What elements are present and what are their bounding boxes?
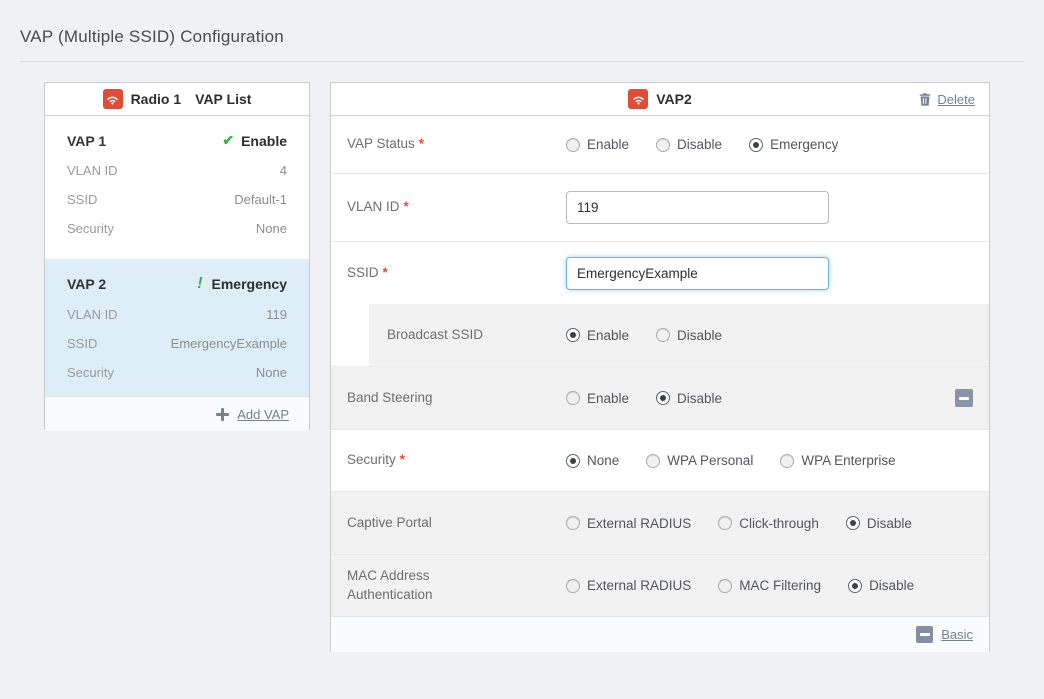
mac-option-disable[interactable]: Disable: [848, 578, 914, 593]
radio-icon-selected[interactable]: [846, 516, 860, 530]
vap-status-option-enable[interactable]: Enable: [566, 137, 629, 152]
page-title: VAP (Multiple SSID) Configuration: [20, 27, 284, 47]
delete-label[interactable]: Delete: [937, 92, 975, 107]
captive-option-disable[interactable]: Disable: [846, 516, 912, 531]
form-row-security: Security * None WPA Personal WPA Enterpri…: [331, 429, 989, 491]
radio-icon[interactable]: [780, 454, 794, 468]
required-asterisk: *: [419, 136, 424, 151]
broadcast-ssid-label: Broadcast SSID: [387, 327, 483, 342]
ssid-input[interactable]: [566, 257, 829, 290]
add-vap-label[interactable]: Add VAP: [237, 407, 289, 422]
exclamation-icon: [197, 275, 204, 293]
broadcast-option-enable[interactable]: Enable: [566, 328, 629, 343]
vlan-id-input[interactable]: [566, 191, 829, 224]
vap-field-security: Security None: [67, 365, 287, 380]
radio-icon[interactable]: [566, 516, 580, 530]
basic-toggle-link[interactable]: Basic: [941, 627, 973, 642]
vap-detail-header: VAP2 Delete: [331, 83, 989, 116]
vap-field-ssid: SSID Default-1: [67, 192, 287, 207]
security-option-none[interactable]: None: [566, 453, 619, 468]
radio-icon[interactable]: [656, 328, 670, 342]
wifi-icon: [103, 89, 123, 109]
radio-icon-selected[interactable]: [749, 138, 763, 152]
radio-icon-selected[interactable]: [848, 579, 862, 593]
radio-icon[interactable]: [656, 138, 670, 152]
band-steering-option-enable[interactable]: Enable: [566, 391, 629, 406]
security-label: Security: [347, 452, 396, 467]
vap-status-text: Emergency: [212, 276, 287, 292]
radio-icon[interactable]: [566, 579, 580, 593]
form-row-ssid: SSID *: [331, 241, 989, 304]
vap-status-option-emergency[interactable]: Emergency: [749, 137, 838, 152]
vap-field-vlan: VLAN ID 4: [67, 163, 287, 178]
wifi-icon: [628, 89, 648, 109]
vap-field-security: Security None: [67, 221, 287, 236]
captive-portal-label: Captive Portal: [347, 515, 432, 530]
vap-list-header: Radio 1 VAP List: [45, 83, 309, 116]
basic-minus-icon[interactable]: [916, 626, 933, 643]
vap-list-item-vap2[interactable]: VAP 2 Emergency VLAN ID 119 SSID Emergen…: [45, 259, 309, 396]
vap-status-label: VAP Status: [347, 136, 415, 151]
check-icon: [222, 132, 234, 149]
vap-name: VAP 1: [67, 133, 106, 149]
trash-icon: [918, 92, 932, 107]
band-steering-label: Band Steering: [347, 390, 433, 405]
required-asterisk: *: [383, 265, 388, 280]
vap-list-panel: Radio 1 VAP List VAP 1 Enable VLAN ID 4 …: [44, 82, 310, 430]
delete-button[interactable]: Delete: [918, 83, 975, 115]
mac-option-external-radius[interactable]: External RADIUS: [566, 578, 691, 593]
radio-icon[interactable]: [646, 454, 660, 468]
vap-name: VAP 2: [67, 276, 106, 292]
vap-list-item-vap1[interactable]: VAP 1 Enable VLAN ID 4 SSID Default-1 Se…: [45, 116, 309, 259]
collapse-minus-button[interactable]: [955, 389, 973, 407]
vap-detail-title: VAP2: [656, 91, 692, 107]
title-divider: [20, 61, 1024, 62]
vap-status-text: Enable: [241, 133, 287, 149]
form-row-mac-authentication: MAC Address Authentication External RADI…: [331, 554, 989, 616]
radio-icon-selected[interactable]: [566, 328, 580, 342]
captive-option-external-radius[interactable]: External RADIUS: [566, 516, 691, 531]
band-steering-option-disable[interactable]: Disable: [656, 391, 722, 406]
radio-icon[interactable]: [566, 391, 580, 405]
vap-field-vlan: VLAN ID 119: [67, 307, 287, 322]
vap-field-ssid: SSID EmergencyExample: [67, 336, 287, 351]
plus-icon: [216, 408, 229, 421]
form-row-vap-status: VAP Status * Enable Disable Emergency: [331, 116, 989, 173]
radio-label: Radio 1: [131, 91, 182, 107]
required-asterisk: *: [404, 199, 409, 214]
radio-icon-selected[interactable]: [656, 391, 670, 405]
mac-option-mac-filtering[interactable]: MAC Filtering: [718, 578, 821, 593]
vlan-id-label: VLAN ID: [347, 199, 400, 214]
form-row-broadcast-ssid: Broadcast SSID Enable Disable: [331, 304, 989, 366]
required-asterisk: *: [400, 452, 405, 467]
vap-detail-panel: VAP2 Delete VAP Status* Enable Disa: [330, 82, 990, 652]
add-vap-button[interactable]: Add VAP: [45, 396, 309, 431]
radio-icon[interactable]: [718, 516, 732, 530]
broadcast-option-disable[interactable]: Disable: [656, 328, 722, 343]
mac-auth-label: MAC Address Authentication: [347, 568, 433, 602]
form-row-captive-portal: Captive Portal External RADIUS Click-thr…: [331, 491, 989, 554]
radio-icon[interactable]: [566, 138, 580, 152]
vap-configuration-page: VAP (Multiple SSID) Configuration Radio …: [0, 0, 1044, 699]
ssid-label: SSID: [347, 265, 379, 280]
vap-status-option-disable[interactable]: Disable: [656, 137, 722, 152]
security-option-wpa-enterprise[interactable]: WPA Enterprise: [780, 453, 895, 468]
vap-list-title: VAP List: [195, 91, 251, 107]
radio-icon[interactable]: [718, 579, 732, 593]
security-option-wpa-personal[interactable]: WPA Personal: [646, 453, 753, 468]
form-row-vlan-id: VLAN ID *: [331, 173, 989, 241]
captive-option-click-through[interactable]: Click-through: [718, 516, 819, 531]
radio-icon-selected[interactable]: [566, 454, 580, 468]
form-row-band-steering: Band Steering Enable Disable: [331, 366, 989, 429]
detail-footer: Basic: [331, 616, 989, 652]
